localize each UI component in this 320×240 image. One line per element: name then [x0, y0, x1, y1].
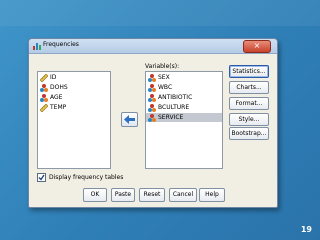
frequencies-dialog: Frequencies × ID DOHS AGE TEMP Variable(…	[28, 38, 278, 208]
display-frequency-tables-checkbox[interactable]	[37, 173, 46, 182]
variable-label: TEMP	[50, 104, 67, 111]
list-item[interactable]: DOHS	[38, 83, 110, 92]
variable-label: ID	[50, 74, 57, 81]
variable-label: BCULTURE	[158, 104, 190, 111]
variable-label: ANTIBIOTIC	[158, 94, 193, 101]
paste-button[interactable]: Paste	[111, 188, 135, 202]
ok-button[interactable]: OK	[83, 188, 107, 202]
list-item[interactable]: ID	[38, 73, 110, 82]
nominal-icon	[40, 83, 48, 92]
dialog-titlebar[interactable]: Frequencies ×	[29, 39, 277, 54]
charts-button[interactable]: Charts...	[229, 81, 269, 94]
variables-label: Variable(s):	[145, 63, 180, 70]
statistics-button[interactable]: Statistics...	[229, 65, 269, 78]
list-item[interactable]: WBC	[146, 83, 222, 92]
list-item[interactable]: BCULTURE	[146, 103, 222, 112]
nominal-icon	[148, 103, 156, 112]
list-item[interactable]: TEMP	[38, 103, 110, 112]
variable-label: SEX	[158, 74, 170, 81]
nominal-icon	[148, 73, 156, 82]
help-button[interactable]: Help	[199, 188, 225, 202]
nominal-icon	[148, 83, 156, 92]
slide-number: 19	[300, 225, 312, 234]
list-item-selected[interactable]: SERVICE	[146, 113, 222, 122]
nominal-icon	[148, 93, 156, 102]
display-frequency-tables-option[interactable]: Display frequency tables	[37, 173, 123, 182]
source-variable-list[interactable]: ID DOHS AGE TEMP	[37, 71, 111, 169]
display-frequency-tables-label: Display frequency tables	[49, 174, 124, 181]
frequencies-app-icon	[33, 43, 41, 50]
variable-label: AGE	[50, 94, 63, 101]
arrow-left-icon	[124, 115, 135, 124]
variable-label: DOHS	[50, 84, 68, 91]
format-button[interactable]: Format...	[229, 97, 269, 110]
cancel-button[interactable]: Cancel	[169, 188, 197, 202]
close-button[interactable]: ×	[243, 40, 271, 53]
slide-header-band	[0, 0, 320, 26]
nominal-icon	[40, 93, 48, 102]
selected-variable-list[interactable]: SEX WBC ANTIBIOTIC BCULTURE SERVICE	[145, 71, 223, 169]
move-variable-button[interactable]	[121, 112, 138, 127]
reset-button[interactable]: Reset	[139, 188, 165, 202]
list-item[interactable]: SEX	[146, 73, 222, 82]
list-item[interactable]: ANTIBIOTIC	[146, 93, 222, 102]
dialog-title: Frequencies	[43, 41, 79, 48]
variable-label: SERVICE	[158, 114, 184, 121]
variable-label: WBC	[158, 84, 173, 91]
bootstrap-button[interactable]: Bootstrap...	[229, 127, 269, 140]
style-button[interactable]: Style...	[229, 113, 269, 126]
nominal-icon	[148, 113, 156, 122]
ruler-icon	[40, 103, 48, 112]
checkmark-icon	[38, 174, 45, 181]
list-item[interactable]: AGE	[38, 93, 110, 102]
ruler-icon	[40, 73, 48, 82]
